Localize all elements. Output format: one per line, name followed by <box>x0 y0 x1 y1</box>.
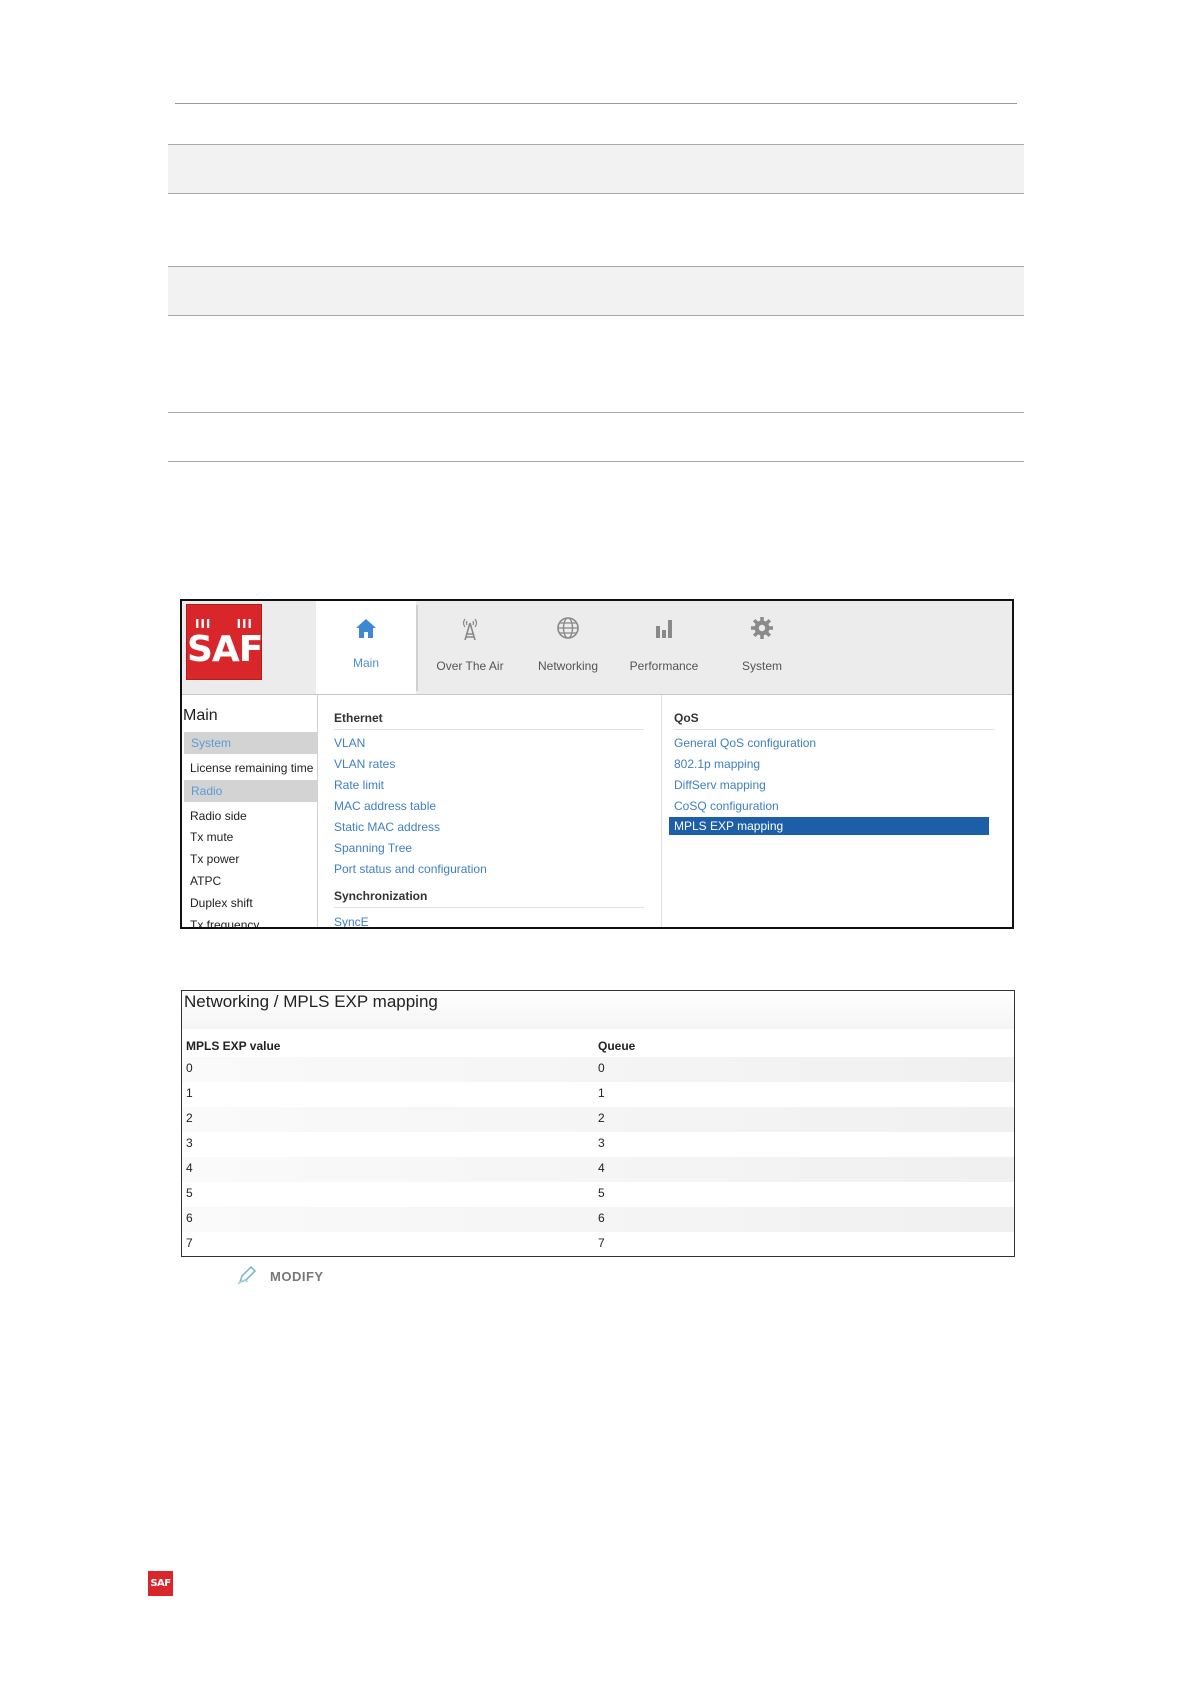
pencil-icon <box>237 1265 257 1285</box>
top-navigation-bar: III III SAF Main Over The Air Networking… <box>182 601 1012 695</box>
saf-logo: III III SAF <box>186 604 263 680</box>
menu-link-8021p-mapping[interactable]: 802.1p mapping <box>674 757 760 771</box>
tab-performance[interactable]: Performance <box>614 601 714 694</box>
menu-link-cosq-configuration[interactable]: CoSQ configuration <box>674 799 779 813</box>
cell-exp-value: 7 <box>186 1236 193 1250</box>
menu-link-static-mac-address[interactable]: Static MAC address <box>334 820 440 834</box>
sidebar: Main System License remaining time Radio… <box>182 695 317 927</box>
antenna-tower-icon <box>462 618 478 641</box>
sidebar-section-label: System <box>191 736 232 750</box>
tab-label: Performance <box>629 659 699 673</box>
table-row: 4 4 <box>182 1157 1014 1182</box>
cell-queue: 5 <box>598 1186 605 1200</box>
mpls-exp-mapping-screenshot: Networking / MPLS EXP mapping MPLS EXP v… <box>181 990 1015 1257</box>
cell-exp-value: 2 <box>186 1111 193 1125</box>
menu-link-port-status[interactable]: Port status and configuration <box>334 862 487 876</box>
table-row: 6 6 <box>182 1207 1014 1232</box>
mapping-table-body: 0 0 1 1 2 2 3 3 4 4 5 5 6 6 7 7 <box>182 1057 1014 1256</box>
column-header-mpls-exp-value: MPLS EXP value <box>186 1039 281 1053</box>
networking-menu-panel: Ethernet VLAN VLAN rates Rate limit MAC … <box>317 695 1012 927</box>
menu-column-divider <box>661 695 662 927</box>
table-row: 7 7 <box>182 1232 1014 1256</box>
cell-exp-value: 0 <box>186 1061 193 1075</box>
sidebar-section-radio[interactable]: Radio <box>184 780 317 802</box>
sidebar-item[interactable]: Duplex shift <box>190 896 253 910</box>
table-row: 3 3 <box>182 1132 1014 1157</box>
cell-exp-value: 4 <box>186 1161 193 1175</box>
cell-queue: 3 <box>598 1136 605 1150</box>
cell-queue: 7 <box>598 1236 605 1250</box>
menu-link-vlan[interactable]: VLAN <box>334 736 365 750</box>
sidebar-item[interactable]: Radio side <box>190 809 247 823</box>
column-header-queue: Queue <box>598 1039 636 1053</box>
tab-networking[interactable]: Networking <box>518 601 618 694</box>
sidebar-item[interactable]: ATPC <box>190 874 221 888</box>
tab-divider <box>416 605 418 691</box>
doc-table-rule <box>168 266 1024 267</box>
menu-heading-qos: QoS <box>674 711 699 725</box>
sidebar-item[interactable]: Tx mute <box>190 830 233 844</box>
sidebar-title: Main <box>183 707 218 724</box>
cell-queue: 1 <box>598 1086 605 1100</box>
tab-over-the-air[interactable]: Over The Air <box>420 601 520 694</box>
cell-exp-value: 3 <box>186 1136 193 1150</box>
menu-link-mpls-exp-mapping[interactable]: MPLS EXP mapping <box>669 817 989 835</box>
cell-exp-value: 5 <box>186 1186 193 1200</box>
page-title: Networking / MPLS EXP mapping <box>184 992 438 1011</box>
tab-main[interactable]: Main <box>316 601 416 694</box>
footer-saf-logo: SAF <box>148 1571 173 1596</box>
doc-table-rule <box>168 144 1024 145</box>
sidebar-item[interactable]: Tx frequency <box>190 918 259 927</box>
doc-table-rule <box>168 315 1024 316</box>
header-rule <box>175 103 1017 104</box>
menu-link-vlan-rates[interactable]: VLAN rates <box>334 757 395 771</box>
table-row: 2 2 <box>182 1107 1014 1132</box>
menu-link-mac-address-table[interactable]: MAC address table <box>334 799 436 813</box>
menu-link-spanning-tree[interactable]: Spanning Tree <box>334 841 412 855</box>
bar-chart-icon <box>656 620 672 638</box>
tab-label: Main <box>352 656 379 670</box>
menu-heading-rule <box>674 729 994 730</box>
modify-label: MODIFY <box>270 1269 324 1284</box>
tab-label: Networking <box>537 659 599 673</box>
home-icon <box>356 619 376 638</box>
sidebar-section-system[interactable]: System <box>184 732 317 754</box>
doc-table-rule <box>168 461 1024 462</box>
sidebar-section-label: Radio <box>191 784 223 798</box>
cell-exp-value: 1 <box>186 1086 193 1100</box>
web-ui-screenshot: III III SAF Main Over The Air Networking… <box>180 599 1014 929</box>
doc-table-row <box>168 267 1024 315</box>
doc-table-rule <box>168 193 1024 194</box>
doc-table-row <box>168 145 1024 193</box>
gear-icon <box>751 617 773 639</box>
menu-heading-rule <box>334 907 644 908</box>
cell-queue: 4 <box>598 1161 605 1175</box>
menu-link-diffserv-mapping[interactable]: DiffServ mapping <box>674 778 766 792</box>
sidebar-item[interactable]: License remaining time <box>190 761 313 775</box>
menu-heading-synchronization: Synchronization <box>334 889 428 903</box>
menu-link-rate-limit[interactable]: Rate limit <box>334 778 384 792</box>
cell-exp-value: 6 <box>186 1211 193 1225</box>
menu-heading-rule <box>334 729 644 730</box>
tab-label: Over The Air <box>436 659 504 673</box>
cell-queue: 0 <box>598 1061 605 1075</box>
logo-text: SAF <box>187 629 263 670</box>
table-row: 1 1 <box>182 1082 1014 1107</box>
sidebar-item[interactable]: Tx power <box>190 852 239 866</box>
doc-table-rule <box>168 412 1024 413</box>
menu-link-synce[interactable]: SyncE <box>334 915 369 927</box>
globe-icon <box>557 617 579 639</box>
cell-queue: 2 <box>598 1111 605 1125</box>
menu-link-general-qos[interactable]: General QoS configuration <box>674 736 816 750</box>
tab-system[interactable]: System <box>712 601 812 694</box>
table-row: 0 0 <box>182 1057 1014 1082</box>
tab-label: System <box>741 659 782 673</box>
table-row: 5 5 <box>182 1182 1014 1207</box>
cell-queue: 6 <box>598 1211 605 1225</box>
menu-heading-ethernet: Ethernet <box>334 711 383 725</box>
